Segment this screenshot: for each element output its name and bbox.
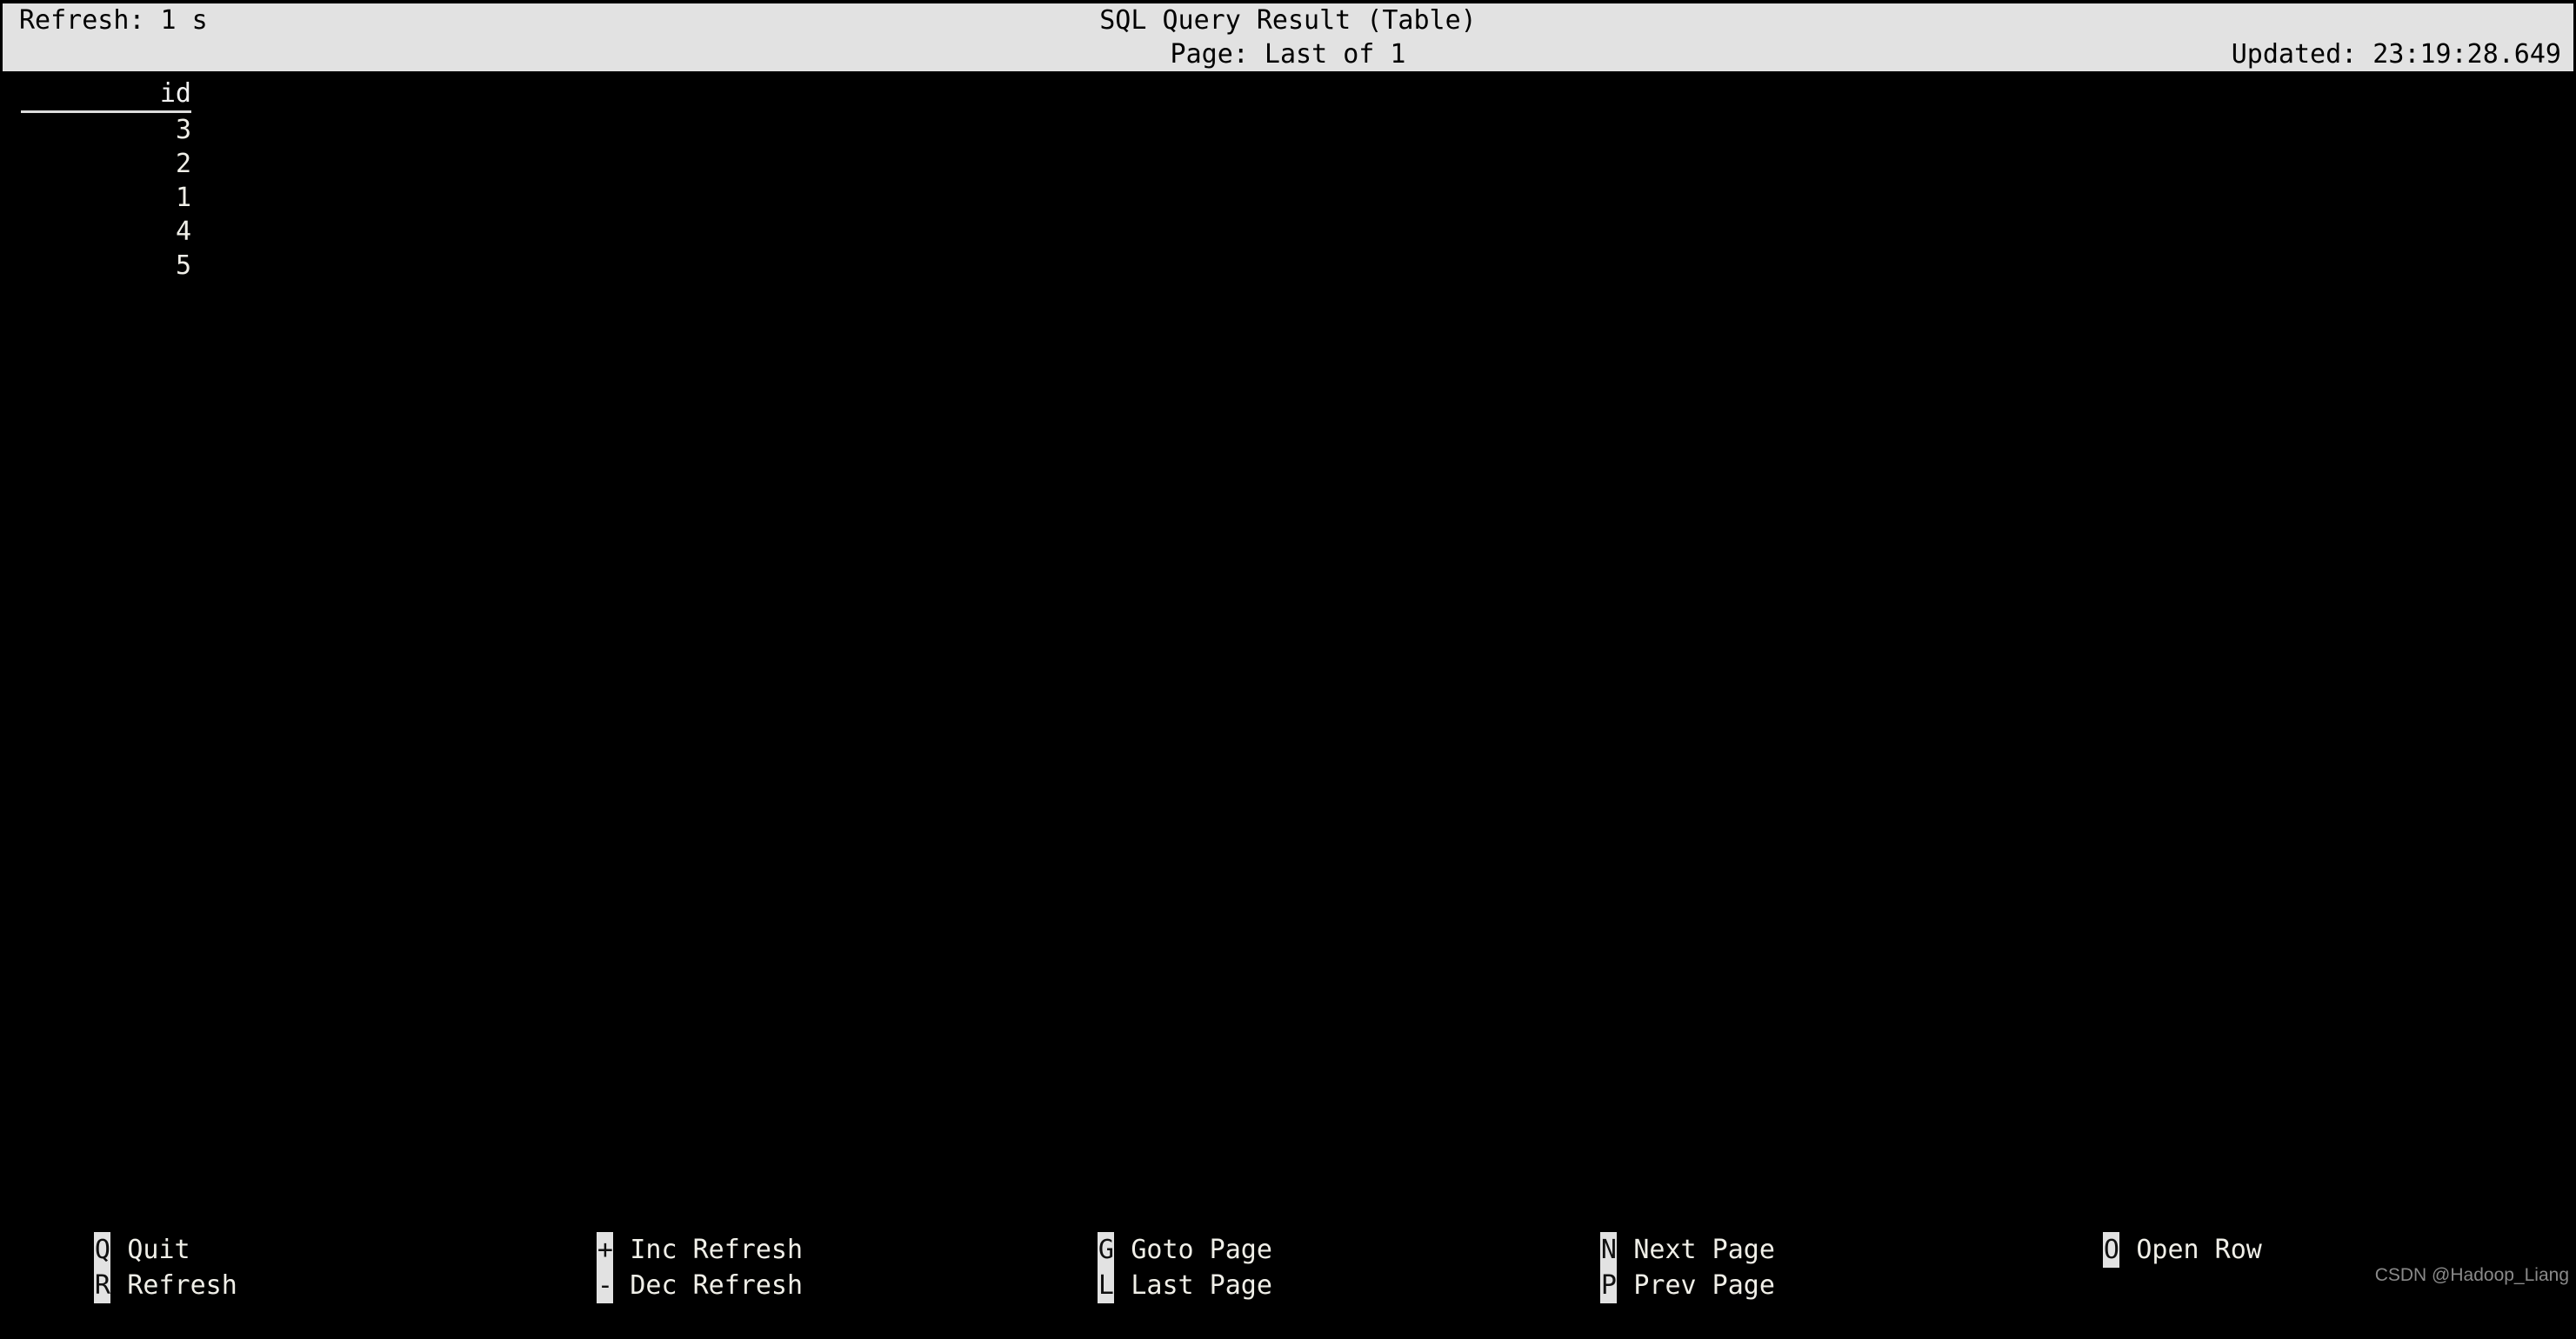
keybinding-label-prev-page: Prev Page: [1633, 1270, 1775, 1301]
keybinding-label-refresh: Refresh: [127, 1270, 237, 1301]
table-row[interactable]: 3: [21, 113, 191, 147]
key-badge-r: R: [94, 1268, 111, 1303]
status-header-bar: Refresh: 1 s SQL Query Result (Table) Pa…: [3, 3, 2573, 71]
table-column-id: id 3 2 1 4 5: [21, 77, 191, 283]
keybinding-inc-refresh[interactable]: + Inc Refresh: [503, 1196, 803, 1268]
key-badge-minus: -: [597, 1268, 614, 1303]
page-title: SQL Query Result (Table): [1099, 5, 1477, 36]
page-status-label: Page: Last of 1: [1170, 39, 1406, 70]
keybinding-column-5: O Open Row: [2009, 1196, 2262, 1268]
keybinding-footer: Q Quit R Refresh + Inc Refresh - Dec Refresh…: [0, 1196, 2576, 1303]
table-row[interactable]: 1: [21, 181, 191, 215]
key-badge-o: O: [2103, 1232, 2120, 1268]
status-header-line-1: Refresh: 1 s SQL Query Result (Table): [3, 3, 2573, 37]
keybinding-quit[interactable]: Q Quit: [0, 1196, 237, 1268]
last-updated-label: Updated: 23:19:28.649: [2231, 39, 2561, 70]
table-row[interactable]: 4: [21, 215, 191, 249]
table-row[interactable]: 2: [21, 147, 191, 181]
keybinding-open-row[interactable]: O Open Row: [2009, 1196, 2262, 1268]
key-badge-p: P: [1600, 1268, 1618, 1303]
key-badge-l: L: [1098, 1268, 1115, 1303]
keybinding-dec-refresh[interactable]: - Dec Refresh: [503, 1232, 803, 1303]
watermark: CSDN @Hadoop_Liang: [2374, 1265, 2569, 1285]
keybinding-last-page[interactable]: L Last Page: [1004, 1232, 1272, 1303]
keybinding-label-dec-refresh: Dec Refresh: [630, 1270, 804, 1301]
keybinding-goto-page[interactable]: G Goto Page: [1004, 1196, 1272, 1268]
keybinding-column-2: + Inc Refresh - Dec Refresh: [503, 1196, 803, 1303]
keybinding-next-page[interactable]: N Next Page: [1506, 1196, 1775, 1268]
status-header-line-2: Page: Last of 1 Updated: 23:19:28.649: [3, 37, 2573, 71]
keybinding-column-4: N Next Page P Prev Page: [1506, 1196, 1775, 1303]
table-row[interactable]: 5: [21, 249, 191, 283]
keybinding-refresh[interactable]: R Refresh: [0, 1232, 237, 1303]
keybinding-label-open-row: Open Row: [2136, 1235, 2262, 1265]
keybinding-column-1: Q Quit R Refresh: [0, 1196, 237, 1303]
keybinding-prev-page[interactable]: P Prev Page: [1506, 1232, 1775, 1303]
keybinding-column-3: G Goto Page L Last Page: [1004, 1196, 1272, 1303]
column-header-id[interactable]: id: [21, 77, 191, 110]
keybinding-label-last-page: Last Page: [1131, 1270, 1272, 1301]
